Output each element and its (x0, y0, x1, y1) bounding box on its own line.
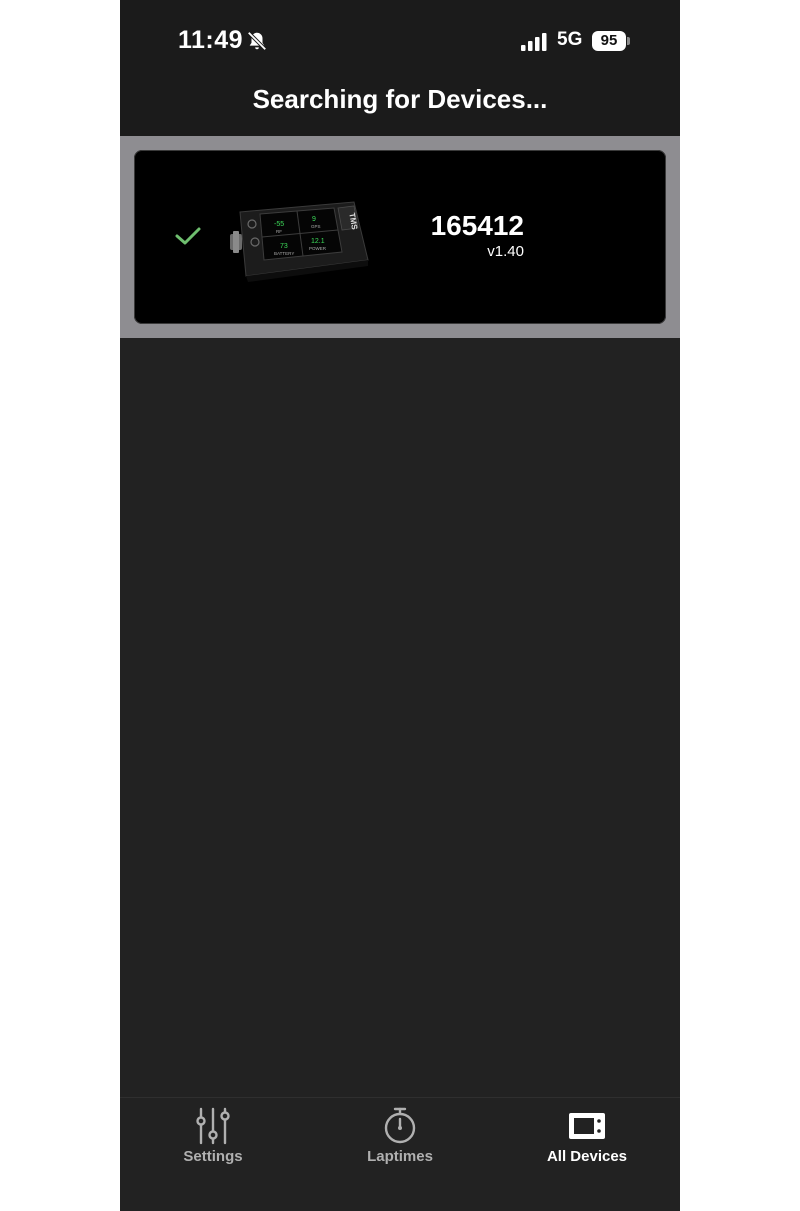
device-icon (569, 1113, 605, 1139)
readout-rf-label: RF (276, 229, 282, 234)
tab-all-devices[interactable]: All Devices (494, 1098, 680, 1178)
status-time: 11:49 (178, 26, 244, 54)
readout-battery: 73 (280, 243, 288, 250)
device-list: TMS -55 RF 9 GPS 73 BATTERY 12.1 POWER 1… (120, 136, 680, 338)
readout-power: 12.1 (311, 238, 325, 245)
tab-bar: Settings Laptimes All Devices (120, 1097, 680, 1211)
battery-tip (627, 37, 630, 45)
tab-settings[interactable]: Settings (120, 1098, 306, 1178)
cellular-signal-icon (521, 33, 547, 51)
device-row[interactable]: TMS -55 RF 9 GPS 73 BATTERY 12.1 POWER 1… (134, 150, 666, 324)
sliders-icon (196, 1107, 230, 1145)
battery-level: 95 (592, 31, 626, 51)
checkmark-icon (175, 227, 201, 245)
readout-power-label: POWER (309, 246, 327, 251)
top-bar: 11:49 5G 95 Searching for Devices... (120, 0, 680, 136)
page-title: Searching for Devices... (252, 84, 548, 114)
tab-settings-label: Settings (183, 1148, 243, 1165)
readout-rf: -55 (274, 221, 284, 228)
readout-battery-label: BATTERY (274, 251, 294, 256)
app-screen: 11:49 5G 95 Searching for Devices... TMS… (120, 0, 680, 1211)
bell-muted-icon (247, 31, 267, 51)
device-version: v1.40 (487, 243, 524, 260)
tab-laptimes-label: Laptimes (367, 1148, 433, 1165)
network-type: 5G (557, 29, 583, 50)
readout-gps: 9 (312, 216, 316, 223)
device-id: 165412 (430, 210, 524, 241)
readout-gps-label: GPS (311, 224, 321, 229)
tab-all-devices-label: All Devices (546, 1148, 628, 1165)
tab-laptimes[interactable]: Laptimes (307, 1098, 493, 1178)
stopwatch-icon (384, 1107, 416, 1144)
